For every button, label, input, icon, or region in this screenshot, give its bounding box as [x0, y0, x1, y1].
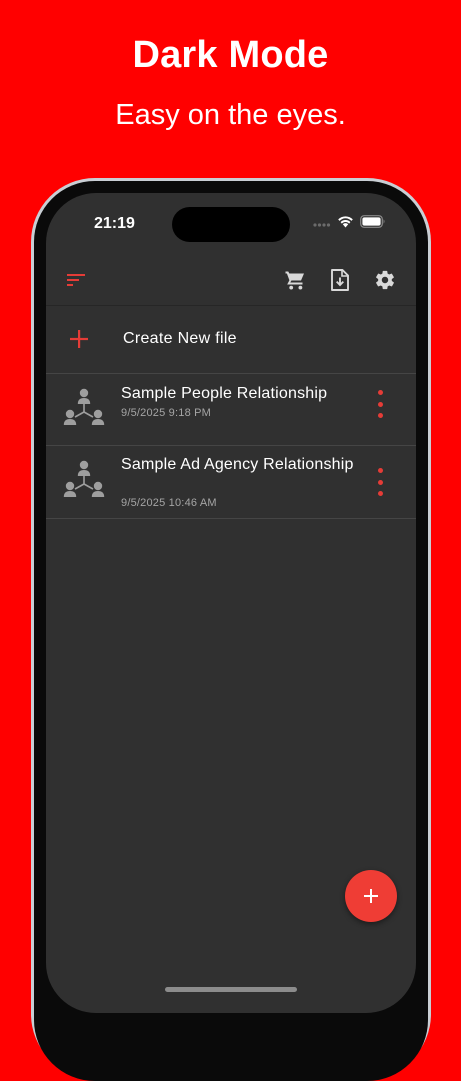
relationship-graph-icon: [62, 460, 106, 504]
status-time: 21:19: [94, 215, 135, 232]
list-item[interactable]: Sample People Relationship 9/5/2025 9:18…: [46, 374, 416, 446]
create-new-file-row[interactable]: Create New file: [46, 306, 416, 374]
create-new-file-label: Create New file: [123, 330, 237, 347]
cellular-signal-icon: [313, 215, 331, 233]
file-list: Sample People Relationship 9/5/2025 9:18…: [46, 374, 416, 519]
app-screen: 21:19 Create New file Sample People Rela…: [46, 193, 416, 1013]
battery-icon: [360, 215, 386, 233]
more-vertical-icon[interactable]: [370, 390, 390, 418]
add-file-fab[interactable]: [345, 870, 397, 922]
sort-menu-icon[interactable]: [63, 267, 89, 293]
home-indicator[interactable]: [165, 987, 297, 992]
promo-subtitle: Easy on the eyes.: [115, 99, 346, 131]
promo-title: Dark Mode: [132, 34, 329, 76]
dynamic-island: [172, 207, 290, 242]
list-item[interactable]: Sample Ad Agency Relationship 9/5/2025 1…: [46, 446, 416, 519]
file-date: 9/5/2025 9:18 PM: [121, 407, 212, 419]
wifi-icon: [337, 215, 354, 233]
settings-gear-icon[interactable]: [372, 267, 398, 293]
plus-icon: [66, 326, 92, 352]
file-title: Sample Ad Agency Relationship: [121, 456, 354, 473]
app-toolbar: [46, 255, 416, 306]
relationship-graph-icon: [62, 388, 106, 432]
status-icons: [313, 215, 386, 233]
more-vertical-icon[interactable]: [370, 468, 390, 496]
import-file-icon[interactable]: [327, 267, 353, 293]
cart-icon[interactable]: [282, 267, 308, 293]
plus-icon: [364, 889, 378, 903]
file-date: 9/5/2025 10:46 AM: [121, 497, 217, 509]
status-bar: 21:19: [46, 193, 416, 253]
file-title: Sample People Relationship: [121, 385, 328, 402]
